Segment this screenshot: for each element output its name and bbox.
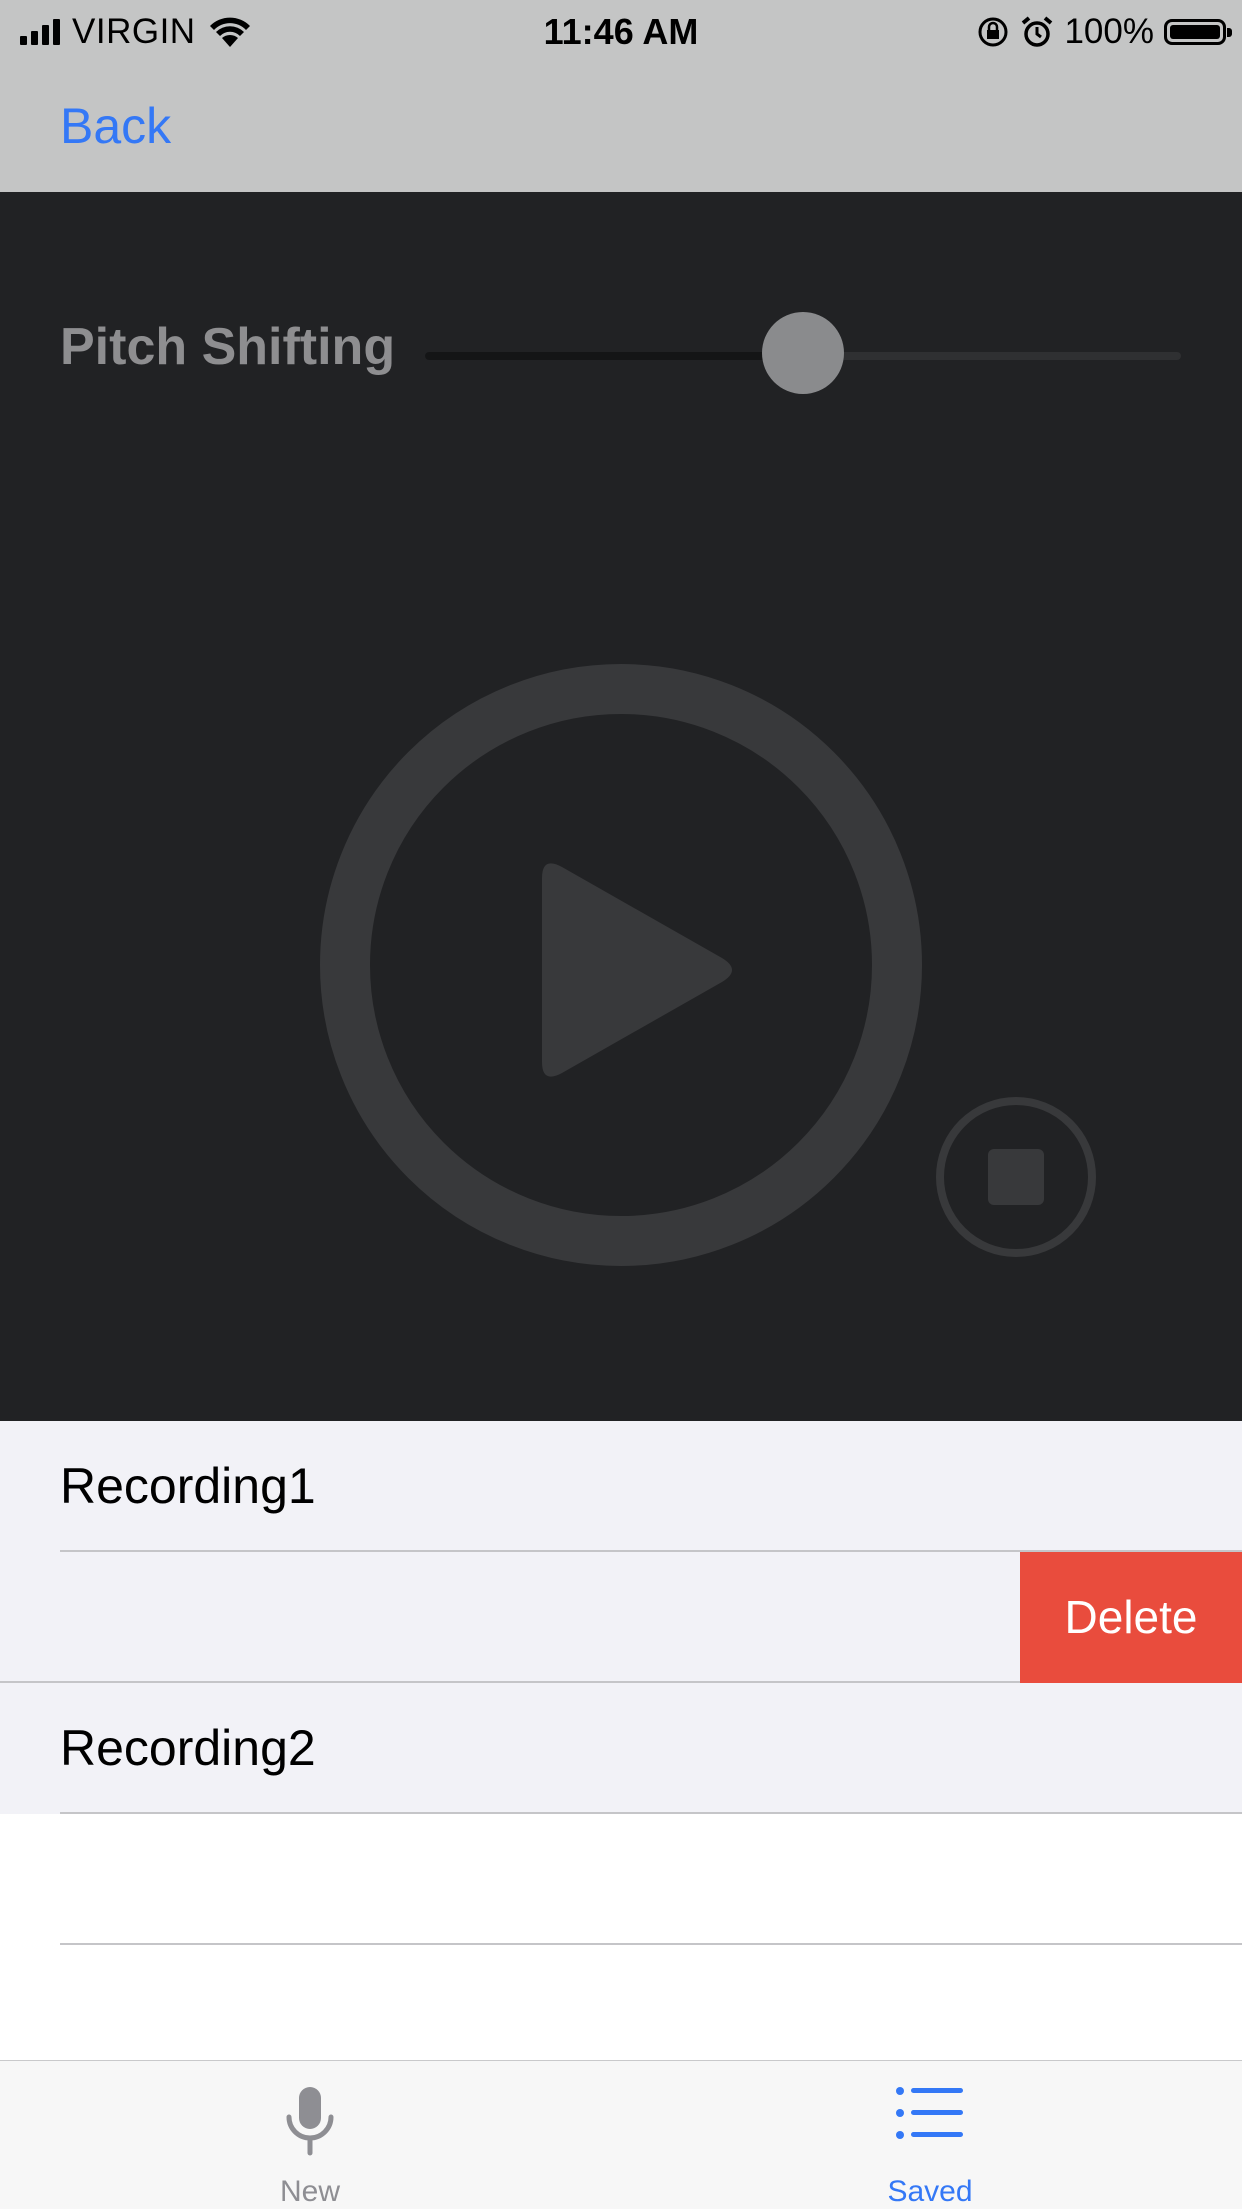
orientation-lock-icon: [978, 17, 1008, 47]
list-item[interactable]: Recording1: [0, 1421, 1242, 1552]
delete-button[interactable]: Delete: [1020, 1552, 1242, 1683]
tab-new-label: New: [279, 2175, 340, 2208]
recording-label: Recording1: [60, 1458, 316, 1514]
tab-saved-label: Saved: [887, 2175, 973, 2208]
recording-label: Recording2: [60, 1720, 316, 1776]
play-icon[interactable]: [318, 662, 924, 1268]
status-right: 100%: [976, 10, 1232, 54]
status-bar: VIRGIN 11:46 AM 100%: [0, 0, 1242, 62]
battery-icon: [1164, 19, 1232, 45]
list-item-empty: [0, 1814, 1242, 1945]
tab-new[interactable]: New: [210, 2061, 410, 2209]
tab-saved[interactable]: Saved: [830, 2061, 1030, 2209]
player-panel: Pitch Shifting: [0, 192, 1242, 1421]
alarm-icon: [1022, 16, 1053, 47]
stop-icon[interactable]: [934, 1095, 1098, 1259]
row-separator: [60, 1943, 1242, 1945]
list-icon: [896, 2087, 963, 2139]
recordings-list: Recording1 ing3 Delete Recording2: [0, 1421, 1242, 1945]
list-item[interactable]: Recording2: [0, 1683, 1242, 1814]
navigation-bar: Back: [0, 62, 1242, 193]
pitch-slider-fill: [425, 352, 803, 360]
back-button[interactable]: Back: [60, 98, 171, 154]
microphone-icon: [286, 2087, 334, 2156]
list-item[interactable]: ing3 Delete: [0, 1552, 1242, 1683]
tab-bar: New Saved: [0, 2060, 1242, 2209]
pitch-slider-thumb[interactable]: [762, 312, 844, 394]
pitch-shifting-label: Pitch Shifting: [60, 318, 396, 376]
battery-percent: 100%: [1064, 12, 1154, 51]
